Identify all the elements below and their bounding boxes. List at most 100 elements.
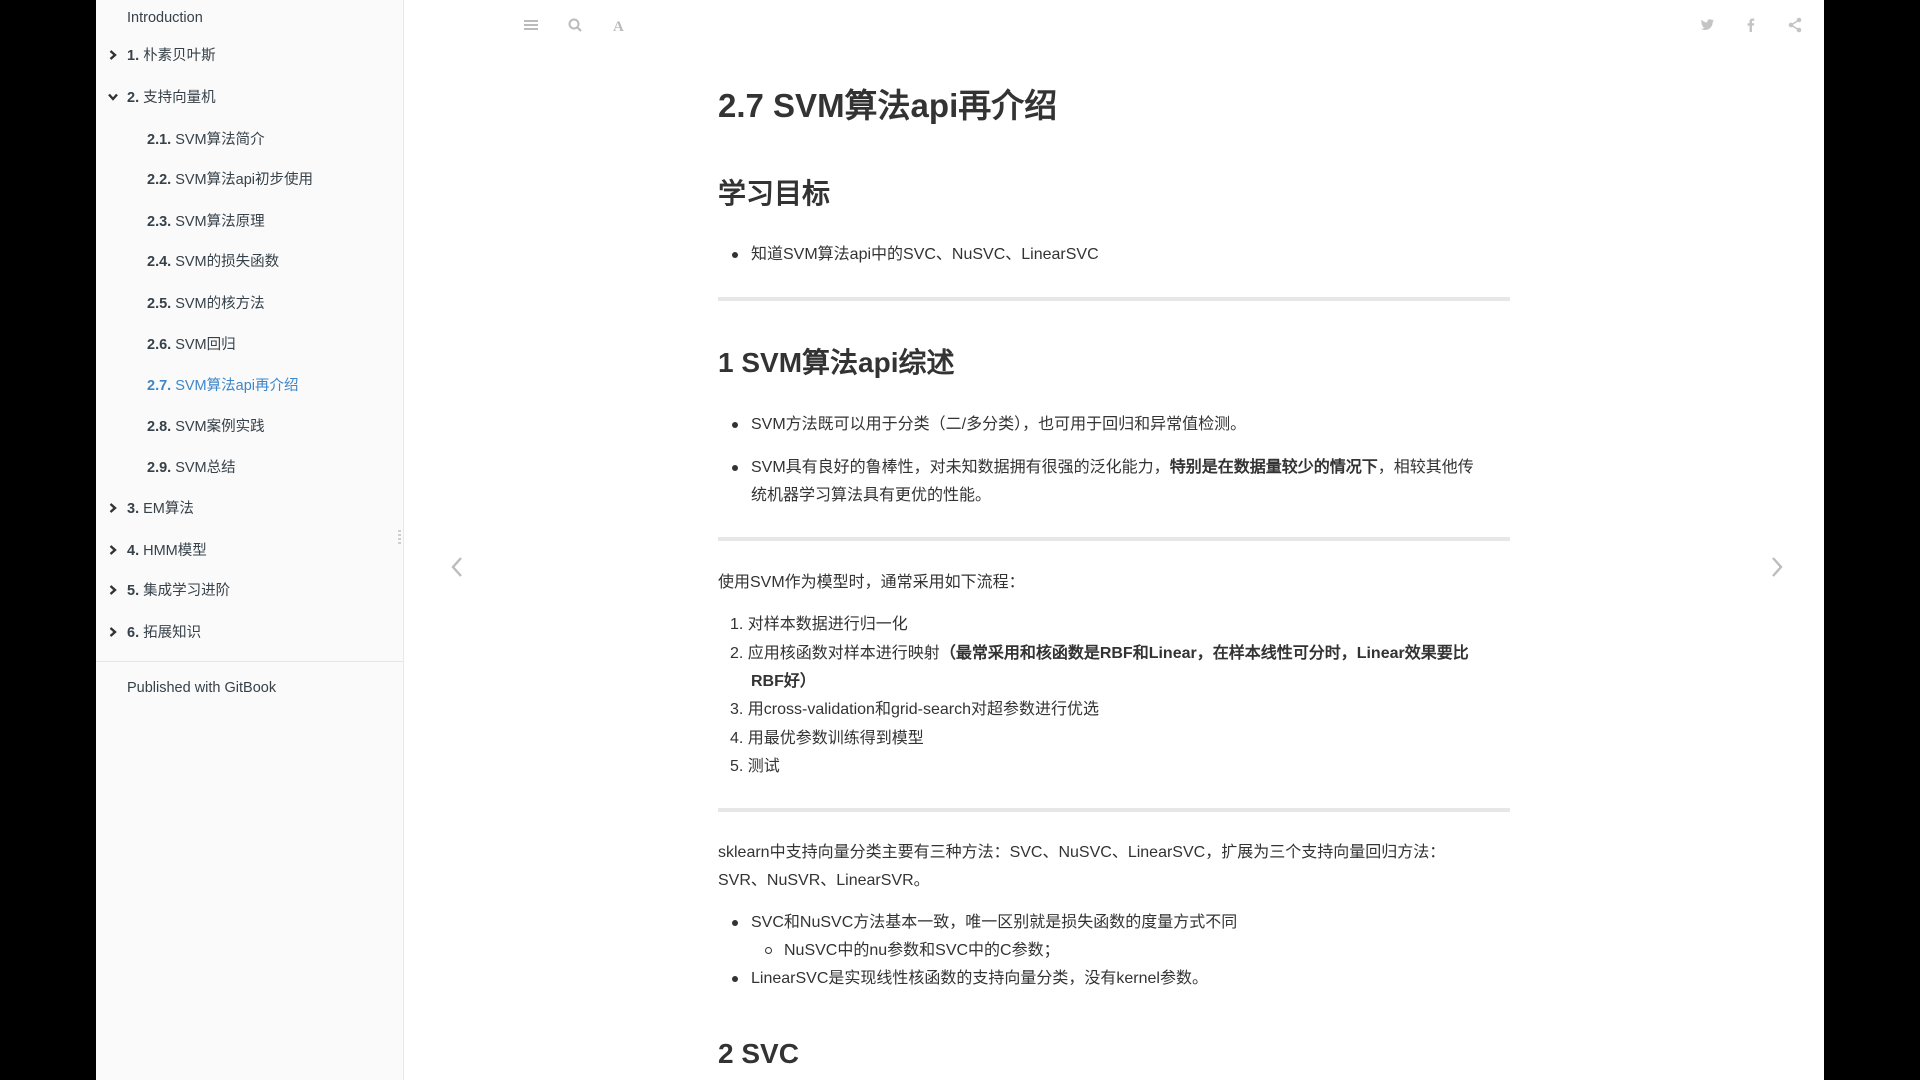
- flow-step: 3. 用cross-validation和grid-search对超参数进行优选: [730, 698, 1099, 722]
- step-bold-text: （最常采用和核函数是RBF和Linear，在样本线性可分时，Linear效果要比: [939, 645, 1469, 662]
- sidebar-item[interactable]: 2.9. SVM总结: [147, 457, 447, 479]
- goals-heading: 学习目标: [718, 178, 831, 209]
- step-text: 测试: [747, 758, 780, 775]
- font-settings-icon[interactable]: A: [610, 16, 628, 34]
- sidebar-item[interactable]: 3. EM算法: [109, 498, 427, 520]
- sidebar-item-label: EM算法: [143, 501, 194, 517]
- sidebar-item[interactable]: 2.6. SVM回归: [147, 334, 447, 356]
- text-span: ，相较其他传: [1377, 459, 1474, 476]
- sidebar-item-label: Introduction: [127, 10, 203, 26]
- sidebar-item-number: 5.: [127, 583, 140, 599]
- chevron-right-icon[interactable]: [107, 584, 119, 596]
- section1-bullet-2-line1: SVM具有良好的鲁棒性，对未知数据拥有很强的泛化能力，特别是在数据量较少的情况下…: [751, 456, 1474, 480]
- flow-step: 5. 测试: [730, 755, 780, 779]
- facebook-icon[interactable]: [1742, 16, 1760, 34]
- chevron-right-icon[interactable]: [107, 502, 119, 514]
- sklearn-bullet-2: LinearSVC是实现线性核函数的支持向量分类，没有kernel参数。: [751, 970, 1208, 987]
- sidebar-item[interactable]: 2. 支持向量机: [108, 87, 427, 109]
- sidebar-item-label: SVM回归: [175, 337, 236, 353]
- bold-text: 特别是在数据量较少的情况下: [1169, 459, 1378, 476]
- bullet-marker: [732, 422, 738, 428]
- chevron-right-icon[interactable]: [107, 49, 119, 61]
- bullet-marker: [732, 252, 738, 258]
- sidebar-item-label: 拓展知识: [143, 625, 202, 641]
- sidebar-item-number: 2.4.: [147, 254, 172, 270]
- sidebar-item[interactable]: 2.7. SVM算法api再介绍: [147, 375, 447, 397]
- svg-text:A: A: [613, 19, 624, 34]
- sidebar-item[interactable]: 2.5. SVM的核方法: [147, 293, 447, 315]
- step-number: 1.: [730, 616, 744, 633]
- menu-icon[interactable]: [522, 16, 540, 34]
- horizontal-rule: [718, 808, 1510, 812]
- twitter-icon[interactable]: [1698, 16, 1716, 34]
- text-span: SVM具有良好的鲁棒性，对未知数据拥有很强的泛化能力，: [751, 459, 1170, 476]
- chevron-left-icon: [447, 552, 467, 582]
- sidebar-item-number: 2.3.: [147, 214, 172, 230]
- sidebar-item[interactable]: 2.4. SVM的损失函数: [147, 251, 447, 273]
- sidebar-item[interactable]: Introduction: [127, 7, 427, 29]
- chevron-right-icon[interactable]: [107, 544, 119, 556]
- sidebar-item-number: 4.: [127, 543, 140, 559]
- sklearn-sub-bullet: NuSVC中的nu参数和SVC中的C参数；: [784, 942, 1060, 959]
- sidebar-item-number: 2.2.: [147, 172, 172, 188]
- next-page-button[interactable]: [1767, 552, 1787, 582]
- sidebar-item-label: HMM模型: [143, 543, 207, 559]
- sidebar-item-label: 集成学习进阶: [143, 583, 231, 599]
- step-number: 4.: [730, 730, 744, 747]
- share-icon[interactable]: [1786, 16, 1804, 34]
- section1-bullet-1: SVM方法既可以用于分类（二/多分类），也可用于回归和异常值检测。: [751, 416, 1247, 433]
- sidebar-item[interactable]: 2.3. SVM算法原理: [147, 211, 447, 233]
- flow-step: 2. 应用核函数对样本进行映射（最常采用和核函数是RBF和Linear，在样本线…: [730, 642, 1469, 666]
- sidebar-resize-handle[interactable]: [398, 530, 401, 544]
- step-number: 2.: [730, 645, 744, 662]
- sidebar-item-number: 3.: [127, 501, 140, 517]
- sidebar-item-number: 2.8.: [147, 419, 172, 435]
- flow-intro: 使用SVM作为模型时，通常采用如下流程：: [718, 574, 1025, 591]
- sidebar-item-number: 2.7.: [147, 378, 172, 394]
- horizontal-rule: [718, 537, 1510, 541]
- sidebar-item[interactable]: 2.8. SVM案例实践: [147, 416, 447, 438]
- sidebar-item[interactable]: 6. 拓展知识: [109, 622, 427, 644]
- sklearn-bullet-1: SVC和NuSVC方法基本一致，唯一区别就是损失函数的度量方式不同: [751, 914, 1238, 931]
- flow-step: 4. 用最优参数训练得到模型: [730, 727, 924, 751]
- sidebar-item-label: 支持向量机: [143, 90, 216, 106]
- step-number: 5.: [730, 758, 744, 775]
- sidebar-item[interactable]: 2.1. SVM算法简介: [147, 129, 447, 151]
- sidebar-item-label: SVM算法api初步使用: [175, 172, 313, 188]
- flow-step: 1. 对样本数据进行归一化: [730, 613, 908, 637]
- published-with-gitbook-link[interactable]: Published with GitBook: [127, 677, 427, 699]
- section1-heading: 1 SVM算法api综述: [718, 347, 955, 378]
- sidebar-item-label: SVM的损失函数: [175, 254, 280, 270]
- step-text: 用cross-validation和grid-search对超参数进行优选: [747, 701, 1099, 718]
- sidebar-item-label: SVM算法简介: [175, 132, 265, 148]
- main-area: A 2.7 SVM算法api再介绍 学习目标 知道SVM算法api中的SVC、N…: [404, 0, 1824, 1080]
- sidebar-item[interactable]: 1. 朴素贝叶斯: [109, 45, 427, 67]
- horizontal-rule: [718, 297, 1510, 301]
- goal-item: 知道SVM算法api中的SVC、NuSVC、LinearSVC: [751, 246, 1099, 263]
- search-icon[interactable]: [566, 16, 584, 34]
- sidebar-item-label: SVM总结: [175, 460, 236, 476]
- step-text: 对样本数据进行归一化: [747, 616, 908, 633]
- sidebar-item[interactable]: 5. 集成学习进阶: [109, 580, 427, 602]
- sidebar: Introduction 1. 朴素贝叶斯 2. 支持向量机 2.1. SVM算法简介…: [96, 0, 404, 1080]
- bullet-marker: [732, 465, 738, 471]
- page-title: 2.7 SVM算法api再介绍: [718, 87, 1058, 124]
- sidebar-item-number: 2.1.: [147, 132, 172, 148]
- sidebar-item-label: SVM案例实践: [175, 419, 265, 435]
- sidebar-item[interactable]: 2.2. SVM算法api初步使用: [147, 169, 447, 191]
- previous-page-button[interactable]: [447, 552, 467, 582]
- step-number: 3.: [730, 701, 744, 718]
- sidebar-item[interactable]: 4. HMM模型: [109, 540, 427, 562]
- sidebar-item-number: 2.: [127, 90, 140, 106]
- sidebar-item-number: 1.: [127, 48, 140, 64]
- chevron-down-icon[interactable]: [107, 91, 119, 103]
- sidebar-item-number: 6.: [127, 625, 140, 641]
- sub-bullet-marker: [765, 947, 772, 954]
- sidebar-divider: [96, 661, 403, 662]
- gitbook-window: Introduction 1. 朴素贝叶斯 2. 支持向量机 2.1. SVM算法简介…: [96, 0, 1824, 1080]
- chevron-right-icon[interactable]: [107, 626, 119, 638]
- section2-heading: 2 SVC: [718, 1038, 799, 1069]
- sklearn-paragraph-line2: SVR、NuSVR、LinearSVR。: [718, 872, 930, 889]
- sidebar-item-number: 2.9.: [147, 460, 172, 476]
- step-bold-text: RBF好）: [751, 673, 816, 690]
